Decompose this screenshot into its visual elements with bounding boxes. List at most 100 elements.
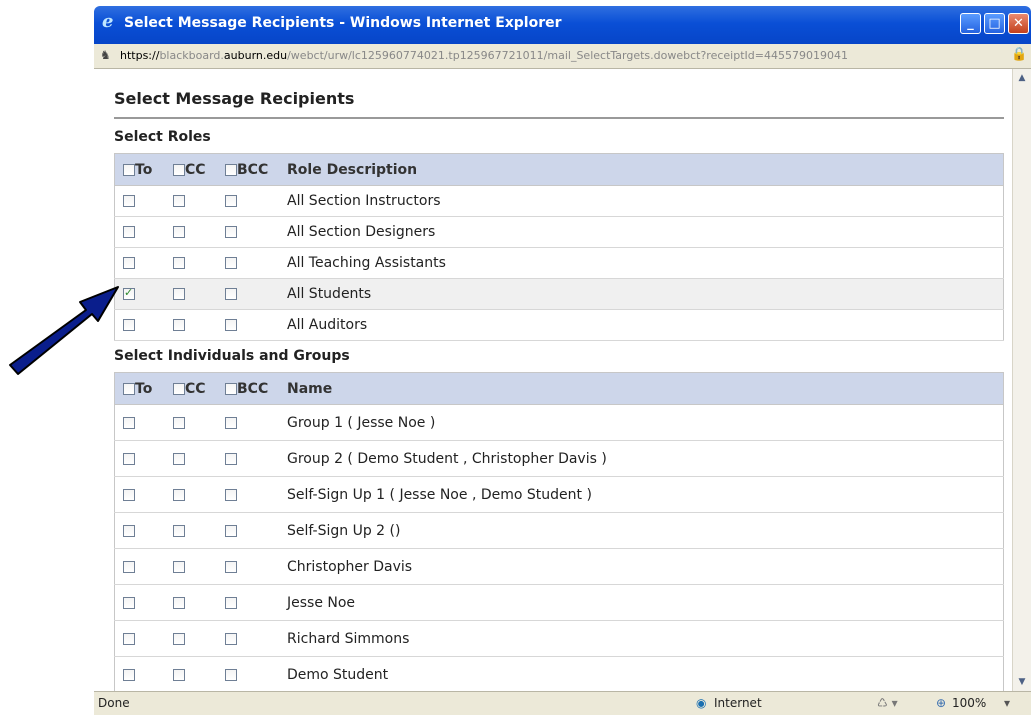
cc-header: CC [185,380,206,397]
address-bar[interactable]: ♞ https://blackboard.auburn.edu/webct/ur… [94,44,1031,69]
role-label: All Section Designers [287,224,436,240]
individuals-header-row: To CC BCC Name [114,372,1004,405]
cc-checkbox[interactable] [173,416,185,429]
page-content: Select Message Recipients Select Roles T… [100,69,1012,691]
role-label: All Section Instructors [287,193,441,209]
security-zone: Internet [714,696,762,710]
bcc-header: BCC [237,380,269,397]
recipient-label: Group 1 ( Jesse Noe ) [287,414,436,431]
to-checkbox[interactable] [123,488,135,501]
recipient-row[interactable]: Group 1 ( Jesse Noe ) [114,404,1004,441]
page-title: Select Message Recipients [114,89,355,108]
bcc-checkbox[interactable] [225,226,237,238]
globe-icon: ◉ [696,696,707,710]
bcc-checkbox[interactable] [225,195,237,207]
select-all-to-checkbox[interactable] [123,163,135,176]
cc-checkbox[interactable] [173,257,185,269]
select-all-cc-checkbox[interactable] [173,163,185,176]
to-checkbox[interactable] [123,226,135,238]
bcc-checkbox[interactable] [225,452,237,465]
scroll-up-icon[interactable]: ▲ [1015,71,1029,85]
zoom-icon[interactable]: ⊕ [936,696,946,710]
zoom-level[interactable]: 100% [952,696,986,710]
recipient-row[interactable]: Jesse Noe [114,584,1004,621]
bcc-checkbox[interactable] [225,668,237,681]
page-icon: ♞ [100,48,111,62]
bcc-checkbox[interactable] [225,560,237,573]
bcc-checkbox[interactable] [225,319,237,331]
cc-checkbox[interactable] [173,288,185,300]
title-divider [114,117,1004,119]
to-checkbox[interactable] [123,195,135,207]
cc-checkbox[interactable] [173,632,185,645]
minimize-button[interactable]: _ [960,13,981,34]
protected-mode-icon[interactable]: ♺ ▾ [877,696,898,710]
role-row[interactable]: All Section Designers [114,216,1004,248]
select-all-to-checkbox[interactable] [123,382,135,395]
scroll-down-icon[interactable]: ▼ [1015,675,1029,689]
maximize-button[interactable]: □ [984,13,1005,34]
bcc-checkbox[interactable] [225,524,237,537]
ie-logo-icon: e [102,11,114,32]
browser-window: e Select Message Recipients - Windows In… [94,6,1031,715]
status-text: Done [98,696,130,710]
select-all-cc-checkbox[interactable] [173,382,185,395]
select-all-bcc-checkbox[interactable] [225,382,237,395]
to-checkbox[interactable] [123,632,135,645]
cc-checkbox[interactable] [173,488,185,501]
cc-checkbox[interactable] [173,195,185,207]
role-row[interactable]: All Auditors [114,309,1004,341]
cc-checkbox[interactable] [173,596,185,609]
individuals-table: To CC BCC Name Group 1 ( Jesse Noe ) Grou… [114,372,1004,691]
select-all-bcc-checkbox[interactable] [225,163,237,176]
to-checkbox[interactable] [123,524,135,537]
cc-checkbox[interactable] [173,668,185,681]
bcc-checkbox[interactable] [225,488,237,501]
roles-header-row: To CC BCC Role Description [114,153,1004,186]
cc-header: CC [185,161,206,178]
recipient-label: Richard Simmons [287,630,410,647]
cc-checkbox[interactable] [173,319,185,331]
bcc-checkbox[interactable] [225,257,237,269]
recipient-label: Christopher Davis [287,558,413,575]
bcc-checkbox[interactable] [225,288,237,300]
url-text[interactable]: https://blackboard.auburn.edu/webct/urw/… [120,49,848,62]
to-checkbox[interactable] [123,596,135,609]
recipient-row[interactable]: Christopher Davis [114,548,1004,585]
cc-checkbox[interactable] [173,452,185,465]
recipient-row[interactable]: Self-Sign Up 1 ( Jesse Noe , Demo Studen… [114,476,1004,513]
bcc-checkbox[interactable] [225,596,237,609]
recipient-row[interactable]: Group 2 ( Demo Student , Christopher Dav… [114,440,1004,477]
close-button[interactable]: ✕ [1008,13,1029,34]
bcc-header: BCC [237,161,269,178]
bcc-checkbox[interactable] [225,632,237,645]
status-bar: Done ◉ Internet ♺ ▾ ⊕ 100% ▾ [94,691,1031,715]
bcc-checkbox[interactable] [225,416,237,429]
role-row[interactable]: All Students [114,278,1004,310]
recipient-row[interactable]: Demo Student [114,656,1004,691]
to-checkbox[interactable] [123,416,135,429]
vertical-scrollbar[interactable]: ▲ ▼ [1012,69,1031,691]
cc-checkbox[interactable] [173,524,185,537]
role-label: All Auditors [287,317,368,333]
cc-checkbox[interactable] [173,226,185,238]
cc-checkbox[interactable] [173,560,185,573]
to-checkbox[interactable] [123,668,135,681]
role-label: All Students [287,286,372,302]
recipient-label: Self-Sign Up 2 () [287,522,401,539]
recipient-label: Group 2 ( Demo Student , Christopher Dav… [287,450,607,467]
to-checkbox[interactable] [123,452,135,465]
recipient-row[interactable]: Self-Sign Up 2 () [114,512,1004,549]
to-checkbox[interactable] [123,560,135,573]
role-row[interactable]: All Section Instructors [114,185,1004,217]
recipient-row[interactable]: Richard Simmons [114,620,1004,657]
lock-icon[interactable]: 🔒 [1011,47,1027,63]
name-header: Name [287,380,333,397]
window-title: Select Message Recipients - Windows Inte… [124,15,562,31]
to-header: To [135,161,153,178]
role-row[interactable]: All Teaching Assistants [114,247,1004,279]
roles-table: To CC BCC Role Description All Section I… [114,153,1004,341]
to-header: To [135,380,153,397]
recipient-label: Self-Sign Up 1 ( Jesse Noe , Demo Studen… [287,486,592,503]
zoom-dropdown-icon[interactable]: ▾ [1004,696,1010,710]
